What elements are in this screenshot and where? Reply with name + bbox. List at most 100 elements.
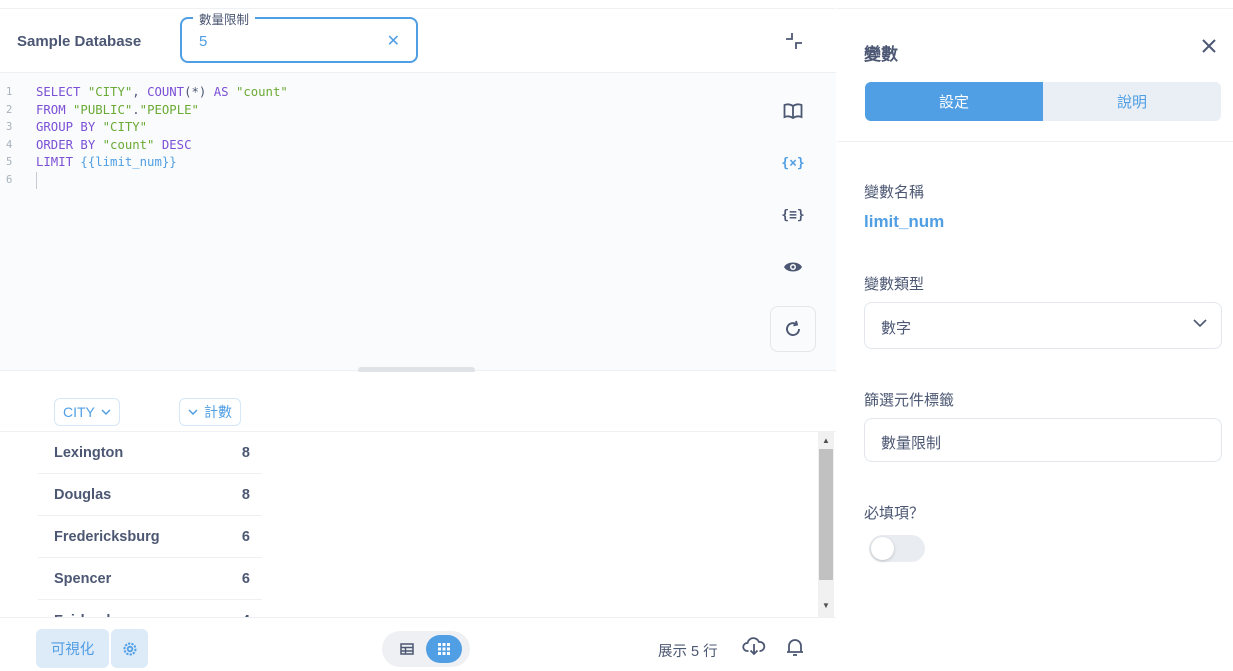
code-line[interactable]: 1 SELECT "CITY", COUNT(*) AS "count" [0,84,288,102]
code-content: SELECT "CITY", COUNT(*) AS "count" [36,84,288,102]
cell-city[interactable]: Douglas [54,487,111,503]
download-icon[interactable] [742,636,766,661]
scroll-down-icon[interactable]: ▼ [822,601,830,610]
scrollbar[interactable]: ▲ ▼ [818,432,834,617]
table-row[interactable]: Fredericksburg 6 [38,516,262,558]
code-token: DESC [154,137,192,152]
table-body: Lexington 8 Douglas 8 Fredericksburg 6 Spencer… [0,432,818,617]
code-content: ORDER BY "count" DESC [36,137,192,155]
row-count-label: 展示 5 行 [658,644,718,660]
settings-button[interactable] [111,629,148,668]
code-content: FROM "PUBLIC"."PEOPLE" [36,102,199,120]
filter-label-label: 篩選元件標籤 [864,392,955,409]
tab-help[interactable]: 說明 [1043,82,1221,121]
required-toggle[interactable] [869,535,925,562]
cell-count[interactable]: 6 [242,571,250,587]
cell-city[interactable]: Lexington [54,445,123,461]
preview-icon[interactable] [770,244,816,290]
visualize-button[interactable]: 可視化 [36,629,109,668]
code-token: "count" [235,85,288,99]
cell-city[interactable]: Fredericksburg [54,529,160,545]
toggle-knob [871,537,894,560]
sidebar-title: 變數 [864,45,898,64]
view-toggle [382,631,470,667]
code-token: , [132,85,148,99]
database-name[interactable]: Sample Database [17,33,141,50]
code-content: LIMIT {{limit_num}} [36,154,177,172]
code-token: "CITY" [102,120,148,135]
line-number: 5 [6,156,13,169]
filter-label-value: 數量限制 [881,435,942,452]
close-icon[interactable]: ✕ [387,31,400,51]
cell-count[interactable]: 6 [242,529,250,545]
code-token: LIMIT [36,155,81,170]
parameter-value[interactable]: 5 [199,33,207,50]
code-area[interactable]: 1 SELECT "CITY", COUNT(*) AS "count" 2 FROM… [0,84,288,190]
required-label: 必填項？ [864,505,925,522]
variable-type-label: 變數類型 [864,276,925,293]
code-line[interactable]: 5 LIMIT {{limit_num}} [0,154,288,172]
code-token: "PEOPLE" [139,102,199,117]
table-row[interactable]: Douglas 8 [38,474,262,516]
grid-view-icon[interactable] [426,635,462,663]
parameter-label: 數量限制 [193,9,256,28]
code-content [36,171,37,190]
table-row[interactable]: Spencer 6 [38,558,262,600]
bell-icon[interactable] [785,637,805,662]
text-cursor [36,171,37,189]
code-line[interactable]: 4 ORDER BY "count" DESC [0,137,288,155]
column-header-count[interactable]: 計數 [179,398,241,426]
column-header-label: CITY [63,404,95,420]
app: Sample Database 數量限制 5 ✕ 1 SELECT "CITY",… [0,0,1233,671]
line-number: 6 [6,173,13,186]
variable-type-value: 數字 [881,320,912,337]
query-editor-panel: Sample Database 數量限制 5 ✕ 1 SELECT "CITY",… [0,0,836,671]
gear-icon [123,642,136,655]
divider [837,141,1233,142]
cell-count[interactable]: 8 [242,445,250,461]
line-number: 3 [6,121,13,134]
code-line[interactable]: 6 [0,171,288,190]
code-token: COUNT [147,85,185,99]
code-content: GROUP BY "CITY" [36,119,147,137]
code-token: ORDER BY [36,137,103,152]
book-icon[interactable] [770,88,816,134]
sql-editor[interactable]: 1 SELECT "CITY", COUNT(*) AS "count" 2 FROM… [0,73,836,373]
variable-sidebar: 變數 設定 說明 變數名稱 limit_num 變數類型 數字 篩選元件標籤 數… [837,0,1233,671]
column-header-label: 計數 [204,404,232,420]
line-number: 1 [6,86,13,98]
filter-label-input[interactable]: 數量限制 [864,418,1222,462]
code-token: FROM [36,102,74,117]
refresh-icon[interactable] [770,306,816,352]
collapse-icon[interactable] [784,31,804,51]
line-number: 2 [6,103,13,116]
variable-type-select[interactable]: 數字 [864,302,1222,349]
table-row[interactable]: Lexington 8 [38,432,262,474]
table-row[interactable]: Fairbanks4 [38,600,262,618]
line-number: 4 [6,138,13,151]
code-token: (*) [184,85,214,99]
query-header: Sample Database 數量限制 5 ✕ [0,9,836,73]
scroll-up-icon[interactable]: ▲ [822,436,830,445]
variables-icon[interactable]: {×} [770,140,816,186]
column-header-city[interactable]: CITY [54,398,120,426]
cell-city[interactable]: Spencer [54,571,111,587]
code-token: "CITY" [87,85,133,99]
footer-bar: 可視化 展示 5 行 [0,617,836,671]
table-view-icon[interactable] [394,637,420,661]
code-line[interactable]: 2 FROM "PUBLIC"."PEOPLE" [0,102,288,120]
chevron-down-icon [188,408,198,415]
cell-count[interactable]: 8 [242,487,250,503]
sidebar-tabs: 設定 說明 [865,82,1221,121]
code-token: SELECT [36,85,88,99]
snippets-icon[interactable]: {≡} [770,192,816,238]
parameter-widget[interactable]: 數量限制 5 ✕ [180,9,418,63]
close-icon[interactable] [1201,38,1217,59]
code-token: . [132,102,140,117]
code-line[interactable]: 3 GROUP BY "CITY" [0,119,288,137]
scrollbar-thumb[interactable] [819,449,833,580]
code-token: GROUP BY [36,120,103,135]
tab-settings[interactable]: 設定 [865,82,1043,121]
code-token: AS [213,85,236,99]
variable-name-label: 變數名稱 [864,184,925,201]
